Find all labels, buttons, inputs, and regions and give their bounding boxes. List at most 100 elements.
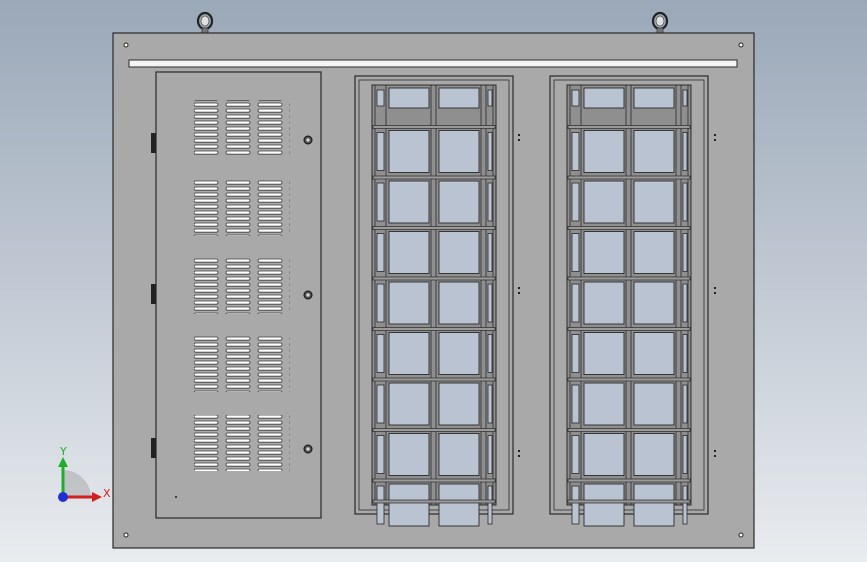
y-axis-label: Y [59,445,67,458]
window-right-pane [633,180,675,224]
window-right-pane-strip-left [571,283,580,323]
window-right-pane [583,130,625,173]
window-right-pane [633,332,675,375]
window-left-pane [388,332,430,375]
window-left-transom [372,327,496,331]
louver-group-2 [194,180,290,236]
window-panel-right [549,75,709,527]
window-right-transom [567,478,691,483]
lifting-eye-left [196,11,214,34]
window-left-pane-strip-left [376,334,385,373]
cad-viewport[interactable]: Y X [0,0,867,562]
door-lock-top [303,135,313,145]
window-left-pane-strip-left [376,435,385,474]
window-left-transom [372,276,496,281]
window-right-transom [567,226,691,230]
window-left-pane [438,483,480,527]
louver-group-3 [194,258,290,314]
window-left-pane-strip-left [376,233,385,272]
window-left-pane [388,87,430,109]
x-axis-label: X [103,487,111,500]
window-left-pane-strip-left [376,283,385,323]
coordinate-triad-icon[interactable]: Y X [58,445,111,502]
window-right-pane-strip-left [571,435,580,474]
window-right-pane-strip-right [682,334,688,373]
window-left-pane-strip-right [487,283,493,323]
z-axis-dot [58,492,68,502]
lifting-eye-right [651,11,669,34]
ventilation-door [151,71,322,519]
window-left-pane [438,332,480,375]
window-left-transom [372,377,496,382]
window-left-transom [372,125,496,129]
window-left-pane-strip-right [487,89,493,107]
hinge-bottom [151,438,156,458]
window-left-pane-strip-left [376,132,385,171]
window-right-pane [633,281,675,325]
window-right-pane-strip-right [682,435,688,474]
window-right-transom [567,428,691,432]
window-left-pane-strip-left [376,384,385,424]
window-right-pane-strip-left [571,182,580,222]
window-left-transom [372,478,496,483]
hinge-top [151,133,156,153]
window-left-transom [372,428,496,432]
window-right-pane-strip-right [682,384,688,424]
window-left-pane [388,483,430,527]
window-right-pane-strip-left [571,334,580,373]
window-panel-left [354,75,514,527]
window-left-pane-strip-right [487,182,493,222]
window-right-pane-strip-right [682,89,688,107]
window-left-pane [438,433,480,476]
window-right-transom [567,125,691,129]
window-right-pane [633,130,675,173]
window-left-pane [438,231,480,274]
window-right-pane [583,180,625,224]
window-right-pane [633,483,675,527]
window-left-pane-strip-right [487,485,493,525]
window-left-pane [438,281,480,325]
window-right-pane-strip-left [571,89,580,107]
window-left-pane [388,281,430,325]
window-right-pane [583,231,625,274]
hinge-middle [151,284,156,304]
window-right-pane [633,231,675,274]
window-left-pane-strip-right [487,435,493,474]
window-right-pane-strip-right [682,485,688,525]
louver-group-5 [194,415,290,471]
window-right-pane-strip-right [682,132,688,171]
window-right-pane [633,87,675,109]
window-right-pane-strip-right [682,283,688,323]
door-lock-bottom [303,444,313,454]
window-right-pane-strip-left [571,233,580,272]
window-right-transom [567,175,691,180]
window-right-pane [583,332,625,375]
window-right-pane [583,281,625,325]
window-left-pane [438,87,480,109]
window-right-pane-strip-right [682,182,688,222]
window-left-pane [388,180,430,224]
window-right-pane-strip-left [571,384,580,424]
window-right-pane-strip-right [682,233,688,272]
window-left-pane [438,130,480,173]
window-left-pane [388,231,430,274]
window-left-pane [438,180,480,224]
window-left-pane [438,382,480,426]
window-left-transom [372,175,496,180]
window-right-pane [633,382,675,426]
window-right-pane [583,382,625,426]
window-left-transom [372,226,496,230]
window-right-pane-strip-left [571,132,580,171]
louver-group-1 [194,100,290,156]
window-left-pane-strip-left [376,89,385,107]
window-left-pane [388,382,430,426]
window-right-pane [583,483,625,527]
window-right-pane [583,433,625,476]
window-left-pane-strip-right [487,233,493,272]
window-right-pane [633,433,675,476]
window-left-pane-strip-left [376,182,385,222]
window-left-pane-strip-right [487,334,493,373]
window-left-pane [388,130,430,173]
window-right-transom [567,327,691,331]
window-left-pane [388,433,430,476]
